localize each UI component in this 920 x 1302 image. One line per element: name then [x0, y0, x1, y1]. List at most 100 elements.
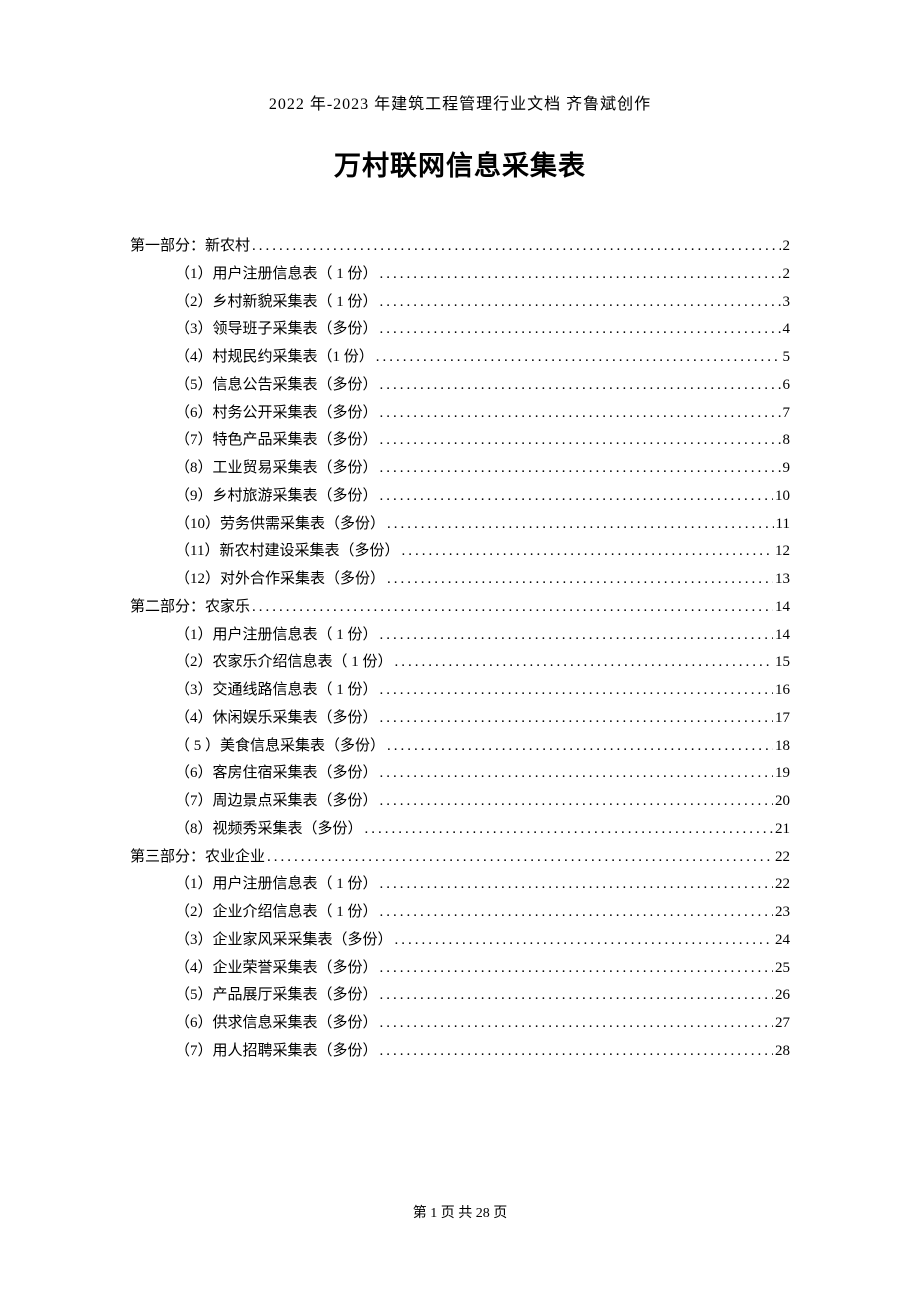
toc-entry-page: 13	[775, 566, 790, 594]
toc-entry-page: 2	[783, 233, 791, 261]
toc-entry-label: （3）企业家风采采集表（多份）	[175, 927, 393, 955]
toc-entry-page: 26	[775, 982, 790, 1010]
toc-entry-page: 14	[775, 594, 790, 622]
toc-entry-label: （4）企业荣誉采集表（多份）	[175, 955, 378, 983]
toc-entry: 第三部分：农业企业 22	[130, 844, 790, 872]
toc-entry: （7）特色产品采集表（多份）8	[130, 427, 790, 455]
toc-entry-label: （ 5 ）美食信息采集表（多份）	[175, 733, 385, 761]
toc-entry-label: （10）劳务供需采集表（多份）	[175, 511, 385, 539]
toc-leader-dots	[252, 233, 780, 261]
toc-entry-label: （7）周边景点采集表（多份）	[175, 788, 378, 816]
toc-entry: （12）对外合作采集表（多份） 13	[130, 566, 790, 594]
toc-entry-label: （6）供求信息采集表（多份）	[175, 1010, 378, 1038]
toc-entry-page: 24	[775, 927, 790, 955]
toc-entry: （5）信息公告采集表（多份） 6	[130, 372, 790, 400]
toc-entry: （10）劳务供需采集表（多份） 11	[130, 511, 790, 539]
toc-entry: （8）工业贸易采集表（多份） 9	[130, 455, 790, 483]
toc-entry-label: 第一部分：新农村	[130, 233, 250, 261]
toc-entry-page: 14	[775, 622, 790, 650]
toc-leader-dots	[380, 427, 781, 455]
toc-leader-dots	[380, 955, 773, 983]
toc-entry: （4）休闲娱乐采集表（多份） 17	[130, 705, 790, 733]
toc-entry: （3）企业家风采采集表（多份） 24	[130, 927, 790, 955]
toc-entry-label: （11）新农村建设采集表（多份）	[175, 538, 399, 566]
toc-entry: （3）领导班子采集表（多份）4	[130, 316, 790, 344]
toc-leader-dots	[387, 733, 773, 761]
toc-leader-dots	[380, 400, 781, 428]
toc-leader-dots	[380, 705, 773, 733]
toc-leader-dots	[380, 483, 773, 511]
toc-entry: （2）企业介绍信息表（ 1 份）23	[130, 899, 790, 927]
toc-entry-page: 12	[775, 538, 790, 566]
toc-leader-dots	[380, 871, 773, 899]
toc-entry: （8）视频秀采集表（多份）21	[130, 816, 790, 844]
toc-leader-dots	[395, 927, 773, 955]
toc-leader-dots	[380, 372, 781, 400]
toc-leader-dots	[252, 594, 773, 622]
toc-entry-page: 11	[776, 511, 790, 539]
toc-entry: （9）乡村旅游采集表（多份） 10	[130, 483, 790, 511]
toc-entry-label: （6）村务公开采集表（多份）	[175, 400, 378, 428]
toc-leader-dots	[380, 788, 773, 816]
toc-entry-page: 27	[775, 1010, 790, 1038]
toc-entry-label: （1）用户注册信息表（ 1 份）	[175, 261, 378, 289]
toc-entry-page: 23	[775, 899, 790, 927]
toc-entry: （6）供求信息采集表（多份） 27	[130, 1010, 790, 1038]
toc-entry: （2）农家乐介绍信息表（ 1 份）15	[130, 649, 790, 677]
toc-leader-dots	[380, 760, 773, 788]
toc-entry-label: （5）信息公告采集表（多份）	[175, 372, 378, 400]
toc-entry-page: 18	[775, 733, 790, 761]
toc-entry: （11）新农村建设采集表（多份） 12	[130, 538, 790, 566]
toc-entry-page: 6	[783, 372, 791, 400]
toc-entry-label: （2）乡村新貌采集表（ 1 份）	[175, 289, 378, 317]
toc-entry: 第二部分：农家乐 14	[130, 594, 790, 622]
toc-leader-dots	[376, 344, 781, 372]
toc-entry-page: 5	[783, 344, 791, 372]
toc-leader-dots	[380, 455, 781, 483]
toc-entry-page: 10	[775, 483, 790, 511]
toc-entry: （6）村务公开采集表（多份） 7	[130, 400, 790, 428]
toc-leader-dots	[395, 649, 773, 677]
toc-leader-dots	[267, 844, 773, 872]
toc-entry-label: （12）对外合作采集表（多份）	[175, 566, 385, 594]
toc-entry-label: （5）产品展厅采集表（多份）	[175, 982, 378, 1010]
toc-entry-label: （7）用人招聘采集表（多份）	[175, 1038, 378, 1066]
toc-leader-dots	[380, 289, 781, 317]
toc-entry-page: 17	[775, 705, 790, 733]
toc-leader-dots	[401, 538, 773, 566]
toc-entry-label: （1）用户注册信息表（ 1 份）	[175, 622, 378, 650]
toc-entry-label: （6）客房住宿采集表（多份）	[175, 760, 378, 788]
toc-entry-page: 28	[775, 1038, 790, 1066]
toc-leader-dots	[380, 899, 773, 927]
toc-entry-label: （4）休闲娱乐采集表（多份）	[175, 705, 378, 733]
toc-leader-dots	[380, 677, 773, 705]
toc-entry-label: （9）乡村旅游采集表（多份）	[175, 483, 378, 511]
toc-leader-dots	[380, 1010, 773, 1038]
toc-entry-label: （3）交通线路信息表（ 1 份）	[175, 677, 378, 705]
toc-entry-label: 第三部分：农业企业	[130, 844, 265, 872]
toc-leader-dots	[380, 261, 781, 289]
toc-leader-dots	[365, 816, 773, 844]
toc-leader-dots	[387, 566, 773, 594]
document-header: 2022 年-2023 年建筑工程管理行业文档 齐鲁斌创作	[130, 90, 790, 114]
toc-entry-label: （2）农家乐介绍信息表（ 1 份）	[175, 649, 393, 677]
toc-entry-label: （4）村规民约采集表（1 份）	[175, 344, 374, 372]
toc-entry: （7）用人招聘采集表（多份） 28	[130, 1038, 790, 1066]
document-title: 万村联网信息采集表	[130, 144, 790, 183]
toc-entry-page: 19	[775, 760, 790, 788]
toc-entry-page: 22	[775, 844, 790, 872]
toc-leader-dots	[380, 316, 781, 344]
toc-entry-page: 21	[775, 816, 790, 844]
toc-leader-dots	[387, 511, 774, 539]
toc-entry: （1）用户注册信息表（ 1 份） 14	[130, 622, 790, 650]
toc-entry-page: 7	[783, 400, 791, 428]
toc-entry: （5）产品展厅采集表（多份） 26	[130, 982, 790, 1010]
toc-entry-page: 20	[775, 788, 790, 816]
toc-entry-page: 16	[775, 677, 790, 705]
toc-entry-page: 2	[783, 261, 791, 289]
toc-leader-dots	[380, 982, 773, 1010]
toc-entry: （2）乡村新貌采集表（ 1 份）3	[130, 289, 790, 317]
toc-entry-label: 第二部分：农家乐	[130, 594, 250, 622]
toc-entry-page: 9	[783, 455, 791, 483]
toc-entry-label: （8）工业贸易采集表（多份）	[175, 455, 378, 483]
